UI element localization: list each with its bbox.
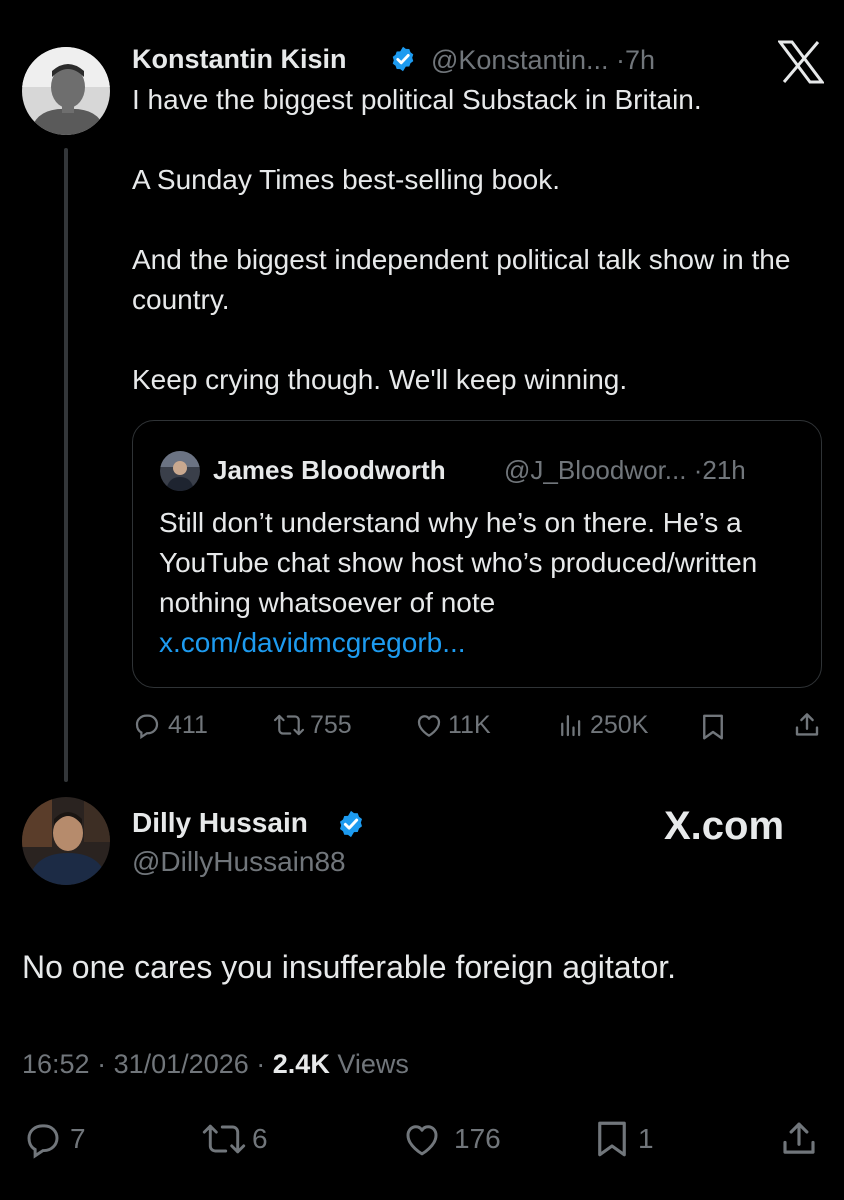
bookmark-button[interactable]: 1 [594, 1118, 654, 1160]
repost-count: 6 [252, 1123, 268, 1154]
avatar-konstantin-kisin[interactable] [22, 47, 110, 135]
like-icon [414, 710, 444, 740]
bookmark-count: 1 [638, 1123, 654, 1154]
reply-author-handle[interactable]: @DillyHussain88 [132, 845, 346, 879]
avatar-james-bloodworth[interactable] [160, 451, 200, 491]
share-icon [778, 1118, 820, 1160]
views-count: 250K [590, 710, 649, 739]
views-button[interactable]: 250K [556, 710, 648, 740]
bookmark-icon [594, 1118, 630, 1160]
author-name[interactable]: Konstantin Kisin [132, 42, 347, 76]
author-handle[interactable]: @Konstantin... [431, 45, 609, 75]
quoted-author-handle[interactable]: @J_Bloodwor... [504, 455, 686, 485]
reply-count: 411 [168, 710, 208, 739]
reply-tweet-text: No one cares you insufferable foreign ag… [22, 949, 677, 985]
views-count: 2.4K [272, 1049, 330, 1079]
bookmark-icon [700, 712, 726, 742]
tweet-timestamp-row: 16:52 · 31/01/2026 · 2.4K Views [22, 1046, 409, 1082]
views-icon [556, 710, 586, 740]
quoted-tweet-card[interactable]: James Bloodworth @J_Bloodwor... ·21h Sti… [132, 420, 822, 688]
reply-author-name[interactable]: Dilly Hussain [132, 806, 308, 840]
quoted-tweet-body: Still don’t understand why he’s on there… [159, 507, 758, 618]
x-com-text: X.com [664, 804, 785, 848]
tweet-text: I have the biggest political Substack in… [132, 84, 791, 395]
share-icon [792, 710, 822, 740]
repost-button[interactable]: 6 [200, 1118, 268, 1160]
avatar-dilly-hussain[interactable] [22, 797, 110, 885]
quoted-author-name[interactable]: James Bloodworth [213, 453, 446, 487]
repost-icon [200, 1118, 248, 1160]
tweet-time[interactable]: 7h [625, 45, 655, 75]
repost-count: 755 [310, 710, 352, 739]
x-com-watermark: X.com [664, 802, 784, 850]
quoted-tweet-text: Still don’t understand why he’s on there… [159, 503, 799, 663]
views-label: Views [337, 1049, 409, 1079]
verified-badge-icon [336, 809, 366, 844]
tweet-timestamp-date[interactable]: 31/01/2026 [114, 1049, 249, 1079]
verified-badge-icon [389, 45, 417, 78]
meta-separator: · [616, 45, 626, 75]
quoted-tweet-meta: @J_Bloodwor... ·21h [504, 453, 746, 487]
share-button[interactable] [778, 1118, 820, 1160]
bookmark-button[interactable] [700, 712, 726, 742]
meta-separator: · [256, 1049, 266, 1079]
tweet-meta: @Konstantin... ·7h [431, 43, 655, 77]
like-button[interactable]: 176 [400, 1118, 501, 1160]
reply-icon [132, 710, 162, 740]
reply-button[interactable]: 411 [132, 710, 208, 740]
like-count: 11K [448, 710, 491, 739]
like-icon [400, 1118, 444, 1160]
reply-count: 7 [70, 1123, 86, 1154]
repost-icon [272, 710, 306, 740]
share-button[interactable] [792, 710, 822, 740]
reply-button[interactable]: 7 [22, 1118, 86, 1160]
like-count: 176 [454, 1123, 501, 1154]
reply-icon [22, 1118, 64, 1160]
quoted-tweet-link[interactable]: x.com/davidmcgregorb... [159, 627, 466, 658]
quoted-tweet-time[interactable]: 21h [702, 455, 745, 485]
thread-connector-line [64, 148, 68, 782]
x-logo-icon[interactable] [777, 40, 825, 84]
tweet-timestamp-time[interactable]: 16:52 [22, 1049, 90, 1079]
meta-separator: · [97, 1049, 107, 1079]
repost-button[interactable]: 755 [272, 710, 352, 740]
like-button[interactable]: 11K [414, 710, 491, 740]
